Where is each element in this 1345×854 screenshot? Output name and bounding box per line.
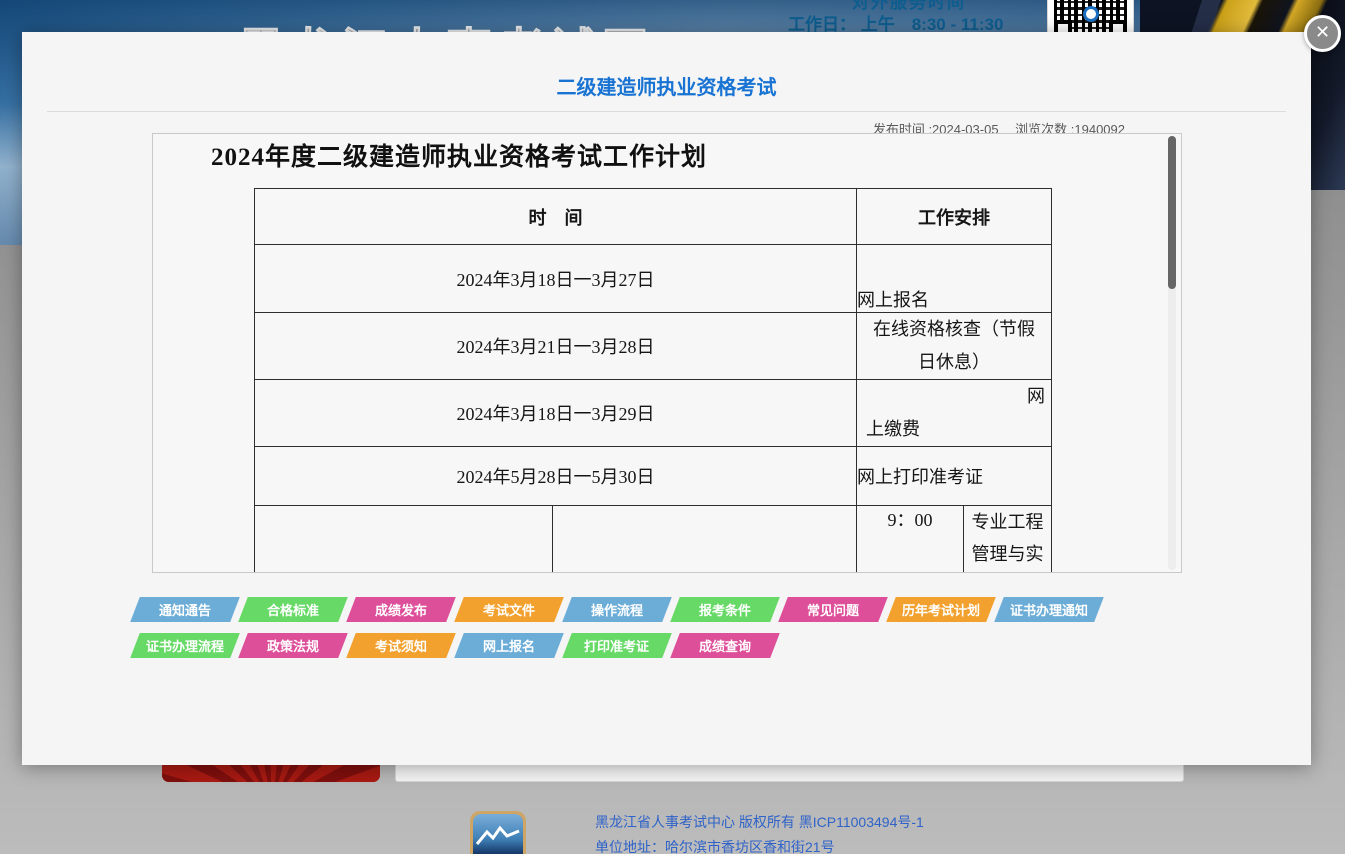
tag-requirements[interactable]: 报考条件	[670, 597, 780, 622]
cell-time: 2024年5月28日一5月30日	[255, 447, 857, 506]
exam-modal: 二级建造师执业资格考试 发布时间 :2024-03-05 浏览次数 :19400…	[22, 32, 1311, 765]
table-row: 2024年3月18日一3月29日 网 上缴费	[255, 380, 1052, 447]
table-row: 2024年3月18日一3月27日 网上报名	[255, 245, 1052, 313]
table-row: 9：00 专业工程管理与实务	[255, 506, 1052, 574]
cell-time: 2024年3月18日一3月27日	[255, 245, 857, 313]
mountain-graphic	[473, 824, 523, 848]
tag-cert-notice[interactable]: 证书办理通知	[994, 597, 1104, 622]
tag-exam-notes[interactable]: 考试须知	[346, 633, 456, 658]
tag-policy[interactable]: 政策法规	[238, 633, 348, 658]
tag-procedure[interactable]: 操作流程	[562, 597, 672, 622]
page: 黑龙江人事考试网 对外服务时间 工作日： 上午 8:30 - 11:30 事业单…	[0, 0, 1345, 854]
red-banner-card	[162, 765, 380, 782]
cell-exam-time: 9：00	[857, 506, 964, 574]
qr-logo-icon	[1083, 6, 1099, 22]
cell-work: 网 上缴费	[857, 380, 1052, 447]
content-list-box	[395, 765, 1184, 782]
table-row: 2024年5月28日一5月30日 网上打印准考证	[255, 447, 1052, 506]
document-title: 2024年度二级建造师执业资格考试工作计划	[211, 137, 1181, 173]
cell-time: 2024年3月21日一3月28日	[255, 313, 857, 380]
header-work: 工作安排	[857, 189, 1052, 245]
tag-score-query[interactable]: 成绩查询	[670, 633, 780, 658]
cell-time: 2024年3月18日一3月29日	[255, 380, 857, 447]
work-line: 网	[857, 380, 1051, 413]
document-viewer: 2024年度二级建造师执业资格考试工作计划 时 间 工作安排 2024年3月18…	[152, 133, 1182, 573]
tag-print-ticket[interactable]: 打印准考证	[562, 633, 672, 658]
footer-copyright: 黑龙江省人事考试中心 版权所有 黑ICP11003494号-1	[595, 812, 924, 832]
tag-score-release[interactable]: 成绩发布	[346, 597, 456, 622]
scrollbar-thumb[interactable]	[1168, 136, 1176, 289]
gov-emblem: 事业单位	[470, 811, 526, 854]
cell-subject: 专业工程管理与实务	[964, 506, 1052, 574]
tag-exam-docs[interactable]: 考试文件	[454, 597, 564, 622]
work-line: 在线资格核查（节假	[857, 313, 1051, 346]
table-header-row: 时 间 工作安排	[255, 189, 1052, 245]
tag-nav-row1: 通知通告 合格标准 成绩发布 考试文件 操作流程 报考条件 常见问题 历年考试计…	[135, 597, 1107, 622]
tag-notice[interactable]: 通知通告	[130, 597, 240, 622]
tag-nav-row2: 证书办理流程 政策法规 考试须知 网上报名 打印准考证 成绩查询	[135, 633, 783, 658]
modal-title: 二级建造师执业资格考试	[22, 32, 1311, 100]
close-icon[interactable]: ✕	[1304, 15, 1341, 52]
divider	[47, 111, 1286, 112]
tag-past-plans[interactable]: 历年考试计划	[886, 597, 996, 622]
footer-address: 单位地址：哈尔滨市香坊区香和街21号	[595, 837, 835, 854]
table-row: 2024年3月21日一3月28日 在线资格核查（节假 日休息）	[255, 313, 1052, 380]
cell-empty	[553, 506, 857, 574]
cell-empty	[255, 506, 553, 574]
tag-pass-standard[interactable]: 合格标准	[238, 597, 348, 622]
work-line: 上缴费	[857, 413, 1051, 446]
schedule-table: 时 间 工作安排 2024年3月18日一3月27日 网上报名 2024年3月21…	[254, 188, 1052, 573]
cell-work: 网上报名	[857, 245, 1052, 313]
cell-work: 在线资格核查（节假 日休息）	[857, 313, 1052, 380]
scrollbar-track[interactable]	[1168, 136, 1176, 570]
header-time: 时 间	[255, 189, 857, 245]
tag-cert-process[interactable]: 证书办理流程	[130, 633, 240, 658]
tag-faq[interactable]: 常见问题	[778, 597, 888, 622]
work-line: 日休息）	[857, 346, 1051, 379]
cell-work: 网上打印准考证	[857, 447, 1052, 506]
tag-online-signup[interactable]: 网上报名	[454, 633, 564, 658]
